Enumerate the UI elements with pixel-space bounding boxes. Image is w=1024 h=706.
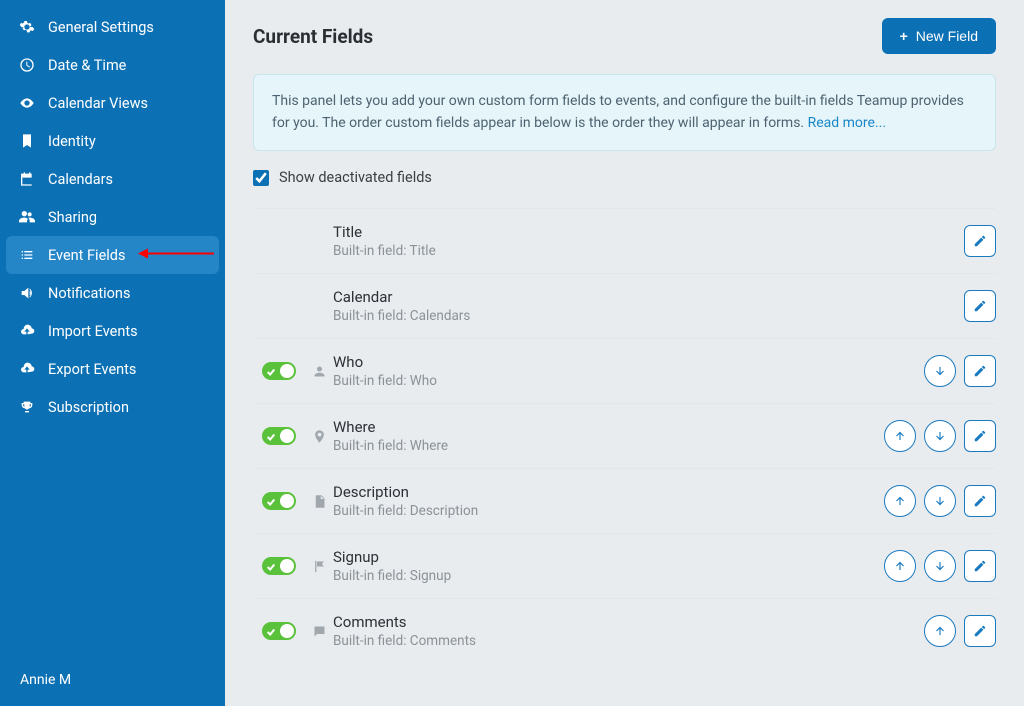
move-down-button[interactable]: [924, 355, 956, 387]
sidebar-item-calendar-views[interactable]: Calendar Views: [0, 84, 225, 122]
info-panel: This panel lets you add your own custom …: [253, 74, 996, 151]
field-row-where: Where Built-in field: Where: [253, 403, 996, 468]
sidebar-item-export-events[interactable]: Export Events: [0, 350, 225, 388]
sidebar-item-label: Event Fields: [48, 247, 125, 264]
sidebar-item-general-settings[interactable]: General Settings: [0, 8, 225, 46]
sidebar-item-event-fields[interactable]: Event Fields: [6, 236, 219, 274]
field-row-title: Title Built-in field: Title: [253, 208, 996, 273]
sidebar-item-identity[interactable]: Identity: [0, 122, 225, 160]
sidebar-item-label: Notifications: [48, 285, 130, 302]
sidebar-item-subscription[interactable]: Subscription: [0, 388, 225, 426]
list-icon: [18, 246, 36, 264]
edit-field-button[interactable]: [964, 225, 996, 257]
main-panel: Current Fields + New Field This panel le…: [225, 0, 1024, 706]
clock-icon: [18, 56, 36, 74]
move-up-button[interactable]: [924, 615, 956, 647]
sidebar-item-date-time[interactable]: Date & Time: [0, 46, 225, 84]
show-deactivated-checkbox[interactable]: [253, 170, 269, 186]
cloud-up-icon: [18, 360, 36, 378]
edit-field-button[interactable]: [964, 355, 996, 387]
cloud-up-icon: [18, 322, 36, 340]
move-up-button[interactable]: [884, 550, 916, 582]
edit-field-button[interactable]: [964, 485, 996, 517]
show-deactivated-label: Show deactivated fields: [279, 169, 432, 186]
annotation-arrow: [136, 247, 216, 264]
sidebar-item-label: Sharing: [48, 209, 97, 226]
move-up-button[interactable]: [884, 485, 916, 517]
field-active-toggle[interactable]: [262, 622, 296, 640]
sidebar-item-calendars[interactable]: Calendars: [0, 160, 225, 198]
sidebar-item-import-events[interactable]: Import Events: [0, 312, 225, 350]
sidebar-item-label: Identity: [48, 133, 96, 150]
sidebar-item-label: Export Events: [48, 361, 136, 378]
flag-icon: [305, 559, 333, 574]
sidebar-nav: General Settings Date & Time Calendar View…: [0, 0, 225, 654]
users-icon: [18, 208, 36, 226]
edit-field-button[interactable]: [964, 550, 996, 582]
field-subtitle: Built-in field: Description: [333, 503, 884, 519]
edit-field-button[interactable]: [964, 290, 996, 322]
page-title: Current Fields: [253, 25, 373, 48]
doc-icon: [305, 494, 333, 509]
move-down-button[interactable]: [924, 485, 956, 517]
move-down-button[interactable]: [924, 420, 956, 452]
new-field-button-label: New Field: [916, 28, 978, 44]
field-active-toggle[interactable]: [262, 492, 296, 510]
trophy-icon: [18, 398, 36, 416]
sidebar-item-label: Subscription: [48, 399, 129, 416]
field-active-toggle[interactable]: [262, 427, 296, 445]
calendar-icon: [18, 170, 36, 188]
field-name: Calendar: [333, 288, 964, 306]
move-up-button[interactable]: [884, 420, 916, 452]
field-name: Description: [333, 483, 884, 501]
field-row-signup: Signup Built-in field: Signup: [253, 533, 996, 598]
gear-icon: [18, 18, 36, 36]
edit-field-button[interactable]: [964, 615, 996, 647]
field-active-toggle[interactable]: [262, 557, 296, 575]
field-subtitle: Built-in field: Comments: [333, 633, 924, 649]
pin-icon: [305, 429, 333, 444]
field-row-comments: Comments Built-in field: Comments: [253, 598, 996, 663]
sidebar-item-notifications[interactable]: Notifications: [0, 274, 225, 312]
eye-icon: [18, 94, 36, 112]
field-row-description: Description Built-in field: Description: [253, 468, 996, 533]
sidebar-item-label: Import Events: [48, 323, 138, 340]
field-name: Where: [333, 418, 884, 436]
field-subtitle: Built-in field: Who: [333, 373, 924, 389]
field-name: Comments: [333, 613, 924, 631]
plus-icon: +: [900, 28, 908, 44]
bookmark-icon: [18, 132, 36, 150]
sidebar-item-label: Date & Time: [48, 57, 126, 74]
sidebar-user[interactable]: Annie M: [0, 654, 225, 706]
move-down-button[interactable]: [924, 550, 956, 582]
show-deactivated-toggle[interactable]: Show deactivated fields: [253, 169, 996, 186]
person-icon: [305, 364, 333, 379]
sidebar: General Settings Date & Time Calendar View…: [0, 0, 225, 706]
field-active-toggle[interactable]: [262, 362, 296, 380]
sidebar-item-label: Calendars: [48, 171, 113, 188]
sidebar-item-label: General Settings: [48, 19, 154, 36]
volume-icon: [18, 284, 36, 302]
field-row-calendar: Calendar Built-in field: Calendars: [253, 273, 996, 338]
sidebar-item-sharing[interactable]: Sharing: [0, 198, 225, 236]
field-subtitle: Built-in field: Calendars: [333, 308, 964, 324]
field-subtitle: Built-in field: Title: [333, 243, 964, 259]
sidebar-item-label: Calendar Views: [48, 95, 148, 112]
field-name: Who: [333, 353, 924, 371]
chat-icon: [305, 624, 333, 639]
page-header: Current Fields + New Field: [253, 18, 996, 54]
info-panel-read-more-link[interactable]: Read more...: [808, 115, 886, 131]
field-name: Title: [333, 223, 964, 241]
edit-field-button[interactable]: [964, 420, 996, 452]
field-subtitle: Built-in field: Signup: [333, 568, 884, 584]
field-name: Signup: [333, 548, 884, 566]
field-row-who: Who Built-in field: Who: [253, 338, 996, 403]
fields-list: Title Built-in field: Title Calendar Built-…: [253, 208, 996, 663]
field-subtitle: Built-in field: Where: [333, 438, 884, 454]
new-field-button[interactable]: + New Field: [882, 18, 996, 54]
